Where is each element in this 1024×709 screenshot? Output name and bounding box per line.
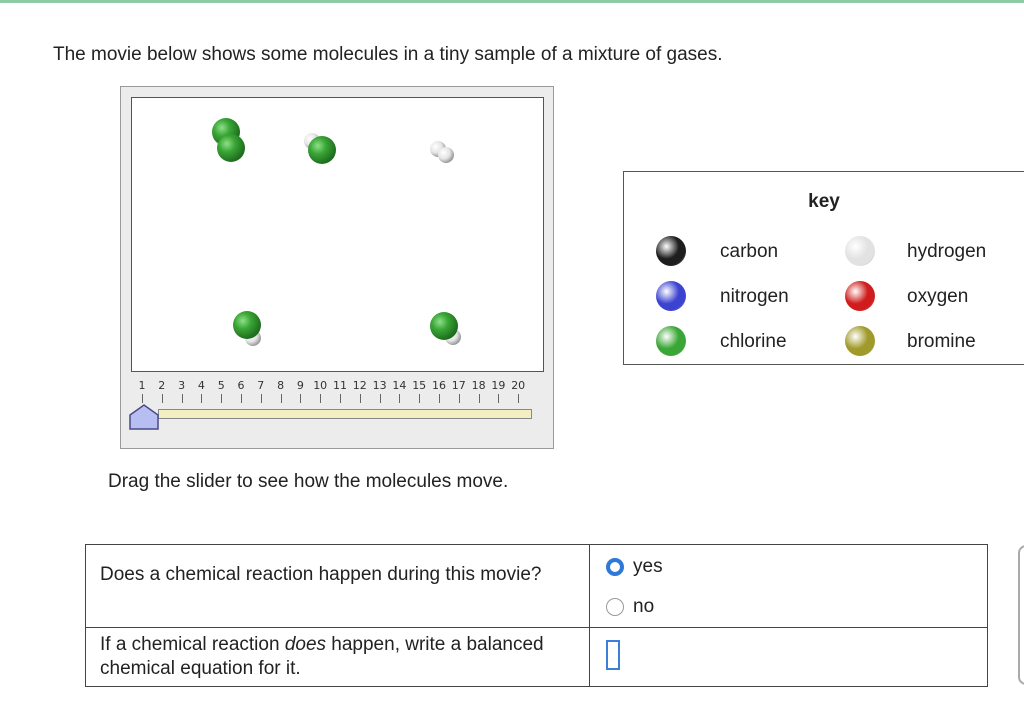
frame-tick-mark bbox=[161, 394, 163, 403]
frame-tick-label: 13 bbox=[372, 379, 387, 392]
hydrogen-chloride-molecule bbox=[233, 311, 261, 346]
molecule-view bbox=[212, 118, 461, 346]
equation-answer-cell bbox=[589, 627, 988, 687]
frame-tick-label: 17 bbox=[451, 379, 466, 392]
hydrogen-chloride-molecule bbox=[304, 133, 336, 164]
frame-tick-label: 4 bbox=[197, 379, 205, 392]
frame-tick-label: 6 bbox=[237, 379, 245, 392]
question-equation-text: If a chemical reaction does happen, writ… bbox=[85, 627, 590, 687]
top-divider bbox=[0, 0, 1024, 3]
frame-tick-mark bbox=[379, 394, 381, 403]
frame-tick-mark bbox=[320, 394, 322, 403]
frame-tick-label: 3 bbox=[178, 379, 186, 392]
chlorine-swatch bbox=[656, 326, 686, 356]
bromine-swatch bbox=[845, 326, 875, 356]
frame-tick-label: 8 bbox=[277, 379, 285, 392]
option-no-label[interactable]: no bbox=[633, 596, 654, 618]
frame-tick-label: 7 bbox=[257, 379, 265, 392]
intro-text: The movie below shows some molecules in … bbox=[53, 44, 723, 65]
key-label-nitrogen: nitrogen bbox=[720, 286, 789, 307]
question-table: Does a chemical reaction happen during t… bbox=[85, 544, 988, 687]
frame-tick-label: 11 bbox=[333, 379, 347, 392]
frame-tick-label: 19 bbox=[491, 379, 506, 392]
key-label-chlorine: chlorine bbox=[720, 331, 787, 352]
frame-tick-mark bbox=[498, 394, 500, 403]
question-row: If a chemical reaction does happen, writ… bbox=[85, 627, 988, 687]
key-label-hydrogen: hydrogen bbox=[907, 241, 987, 262]
molecule-animation-screen bbox=[131, 97, 544, 372]
key-label-carbon: carbon bbox=[720, 241, 779, 262]
hydrogen-chloride-molecule bbox=[430, 312, 461, 345]
equation-input[interactable] bbox=[606, 640, 620, 670]
radio-no[interactable] bbox=[606, 598, 624, 616]
side-panel-edge bbox=[1018, 545, 1024, 685]
frame-tick-mark bbox=[221, 394, 223, 403]
frame-tick-mark bbox=[359, 394, 361, 403]
frame-tick-mark bbox=[478, 394, 480, 403]
oxygen-swatch bbox=[845, 281, 875, 311]
hydrogen-molecule bbox=[430, 141, 454, 163]
frame-tick-label: 5 bbox=[217, 379, 225, 392]
frame-tick-label: 14 bbox=[392, 379, 407, 392]
frame-slider-track[interactable] bbox=[158, 409, 532, 419]
frame-tick-mark bbox=[439, 394, 440, 403]
hydrogen-swatch bbox=[845, 236, 875, 266]
frame-tick-label: 16 bbox=[432, 379, 446, 392]
color-key: key carbon hydrogen nitrogen oxygen chlo… bbox=[623, 171, 1024, 365]
frame-tick-mark bbox=[300, 394, 302, 403]
key-label-oxygen: oxygen bbox=[907, 286, 969, 307]
frame-tick-label: 18 bbox=[471, 379, 486, 392]
equation-question-start: If a chemical reaction bbox=[100, 634, 285, 655]
option-yes-label[interactable]: yes bbox=[633, 556, 663, 578]
frame-tick-mark bbox=[241, 394, 242, 403]
carbon-swatch bbox=[656, 236, 686, 266]
frame-tick-mark bbox=[419, 394, 421, 403]
frame-tick-label: 12 bbox=[352, 379, 367, 392]
frame-tick-mark bbox=[201, 394, 203, 403]
frame-tick-label: 2 bbox=[158, 379, 166, 392]
frame-tick-label: 20 bbox=[511, 379, 526, 392]
chlorine-molecule bbox=[212, 118, 245, 162]
frame-tick-mark bbox=[260, 394, 262, 403]
key-title: key bbox=[808, 191, 840, 212]
molecule-movie-panel: 1 2 3 4 5 6 7 8 9 10 11 12 13 14 15 16 17 18 19 20 bbox=[120, 86, 554, 449]
frame-tick-label: 9 bbox=[296, 379, 304, 392]
equation-question-emphasis: does bbox=[284, 634, 327, 655]
frame-tick-mark bbox=[340, 394, 341, 403]
frame-tick-mark bbox=[399, 394, 401, 403]
frame-tick-label: 10 bbox=[313, 379, 328, 392]
key-label-bromine: bromine bbox=[907, 331, 976, 352]
reaction-answer-cell: yes no bbox=[589, 544, 988, 628]
frame-slider-thumb[interactable] bbox=[128, 403, 160, 431]
frame-tick-mark bbox=[181, 394, 183, 403]
frame-tick-mark bbox=[280, 394, 282, 403]
frame-tick-label: 15 bbox=[412, 379, 427, 392]
frame-tick-mark bbox=[458, 394, 460, 403]
frame-tick-label: 1 bbox=[138, 379, 146, 392]
frame-tick-mark bbox=[142, 394, 143, 403]
movie-caption: Drag the slider to see how the molecules… bbox=[108, 471, 509, 492]
question-row: Does a chemical reaction happen during t… bbox=[85, 544, 988, 628]
frame-tick-mark bbox=[518, 394, 520, 403]
radio-yes[interactable] bbox=[606, 558, 624, 576]
question-reaction-text: Does a chemical reaction happen during t… bbox=[85, 544, 590, 628]
nitrogen-swatch bbox=[656, 281, 686, 311]
